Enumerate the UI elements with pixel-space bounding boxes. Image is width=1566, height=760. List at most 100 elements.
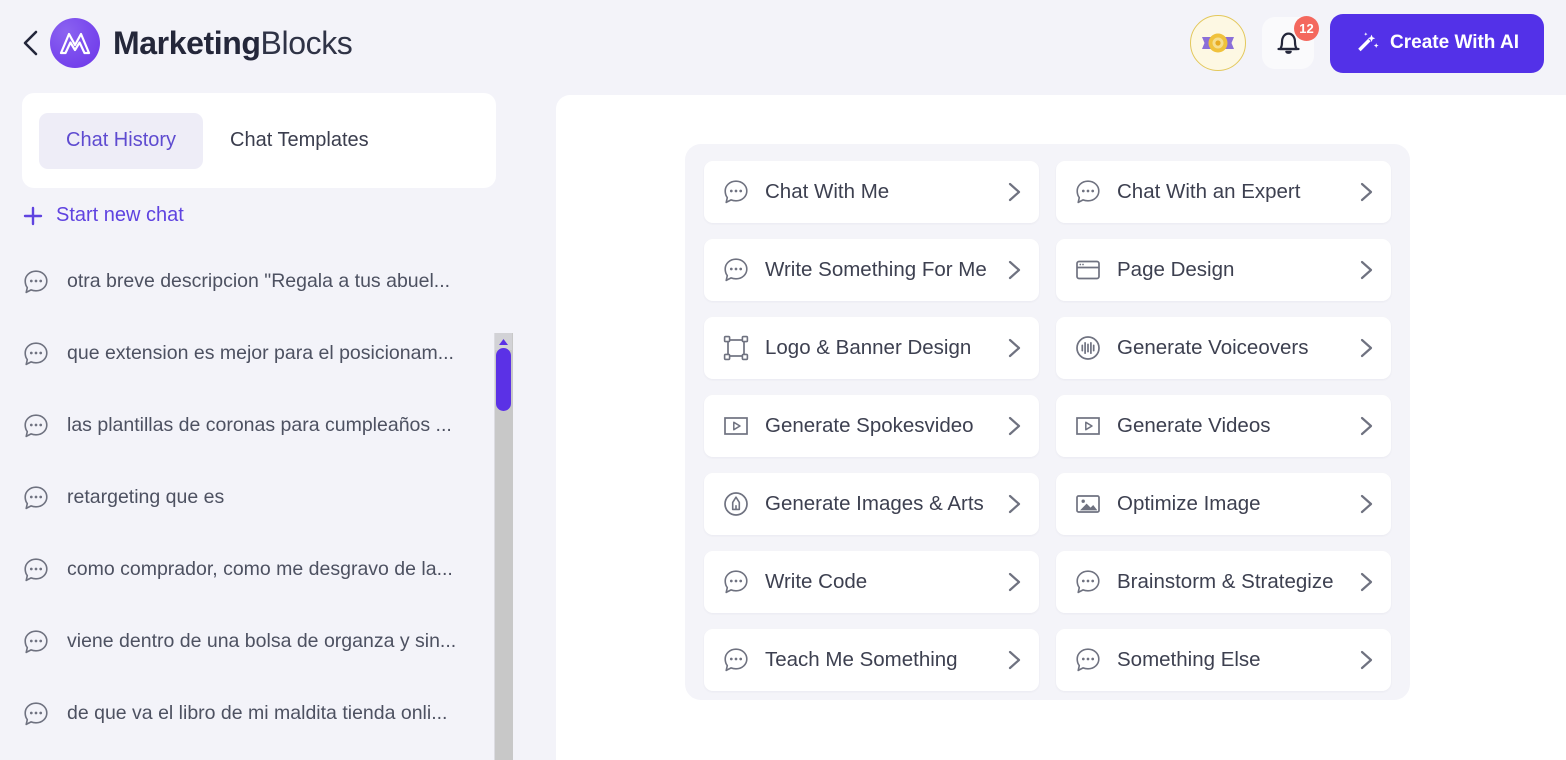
quick-action-label: Generate Spokesvideo xyxy=(765,413,974,437)
quick-action-label: Generate Images & Arts xyxy=(765,491,984,515)
create-with-ai-label: Create With AI xyxy=(1390,32,1519,53)
main-panel: Chat With Me Chat With an Expert Write Som… xyxy=(556,95,1566,760)
tab-chat-templates-label: Chat Templates xyxy=(230,129,369,151)
chat-history-item-label: viene dentro de una bolsa de organza y s… xyxy=(67,630,457,653)
quick-action-label: Generate Voiceovers xyxy=(1117,335,1309,359)
chat-history-item-label: otra breve descripcion "Regala a tus abu… xyxy=(67,270,451,293)
brand-name-light: Blocks xyxy=(260,25,353,61)
chat-bubble-icon xyxy=(721,177,751,207)
quick-action-card[interactable]: Something Else xyxy=(1056,629,1391,691)
quick-action-card[interactable]: Generate Videos xyxy=(1056,395,1391,457)
chat-history-item-label: de que va el libro de mi maldita tienda … xyxy=(67,702,448,725)
tab-chat-history-label: Chat History xyxy=(66,129,177,151)
quick-action-card[interactable]: Logo & Banner Design xyxy=(704,317,1039,379)
chat-bubble-icon xyxy=(1073,645,1103,675)
quick-action-grid: Chat With Me Chat With an Expert Write Som… xyxy=(685,144,1410,700)
chevron-right-icon[interactable] xyxy=(1003,569,1025,595)
brand-name-bold: Marketing xyxy=(113,25,261,61)
quick-action-label: Write Code xyxy=(765,569,868,593)
quick-action-label: Logo & Banner Design xyxy=(765,335,972,359)
notification-count-badge: 12 xyxy=(1294,16,1320,41)
chevron-right-icon[interactable] xyxy=(1355,257,1377,283)
chat-bubble-icon xyxy=(22,556,50,584)
chat-history-item[interactable]: retargeting que es xyxy=(0,462,519,534)
chat-bubble-icon xyxy=(22,340,50,368)
tab-chat-templates[interactable]: Chat Templates xyxy=(203,113,396,169)
pen-circle-icon xyxy=(721,489,751,519)
quick-action-label: Write Something For Me xyxy=(765,257,987,281)
quick-action-card[interactable]: Write Code xyxy=(704,551,1039,613)
quick-action-label: Something Else xyxy=(1117,647,1261,671)
quick-action-card[interactable]: Generate Voiceovers xyxy=(1056,317,1391,379)
brand-logo-link[interactable]: MarketingBlocks xyxy=(50,18,353,68)
chat-history-item[interactable]: otra breve descripcion "Regala a tus abu… xyxy=(0,246,519,318)
chevron-right-icon[interactable] xyxy=(1003,179,1025,205)
chevron-right-icon[interactable] xyxy=(1003,257,1025,283)
chat-bubble-icon xyxy=(22,268,50,296)
picture-icon xyxy=(1073,489,1103,519)
chat-history-item-label: retargeting que es xyxy=(67,486,225,509)
quick-action-card[interactable]: Brainstorm & Strategize xyxy=(1056,551,1391,613)
chat-history-item-label: como comprador, como me desgravo de la..… xyxy=(67,558,453,581)
chevron-right-icon[interactable] xyxy=(1355,491,1377,517)
quick-action-label: Page Design xyxy=(1117,257,1235,281)
chevron-right-icon[interactable] xyxy=(1003,335,1025,361)
quick-action-card[interactable]: Page Design xyxy=(1056,239,1391,301)
reward-badge-button[interactable] xyxy=(1190,15,1247,71)
browser-window-icon xyxy=(1073,255,1103,285)
chat-history-list[interactable]: otra breve descripcion "Regala a tus abu… xyxy=(0,246,519,760)
chat-bubble-icon xyxy=(22,484,50,512)
chevron-right-icon[interactable] xyxy=(1003,413,1025,439)
quick-action-card[interactable]: Generate Spokesvideo xyxy=(704,395,1039,457)
plus-icon xyxy=(22,205,44,227)
chevron-right-icon[interactable] xyxy=(1355,569,1377,595)
quick-action-card[interactable]: Generate Images & Arts xyxy=(704,473,1039,535)
chat-bubble-icon xyxy=(22,700,50,728)
chat-history-item[interactable]: las plantillas de coronas para cumpleaño… xyxy=(0,390,519,462)
quick-action-card[interactable]: Write Something For Me xyxy=(704,239,1039,301)
marketingblocks-logo-icon xyxy=(50,18,100,68)
back-button[interactable] xyxy=(18,28,44,58)
chevron-right-icon[interactable] xyxy=(1003,647,1025,673)
quick-action-card[interactable]: Optimize Image xyxy=(1056,473,1391,535)
chevron-left-icon xyxy=(21,28,41,58)
start-new-chat-label: Start new chat xyxy=(56,204,184,226)
chevron-right-icon[interactable] xyxy=(1355,647,1377,673)
quick-action-label: Generate Videos xyxy=(1117,413,1271,437)
quick-action-card[interactable]: Teach Me Something xyxy=(704,629,1039,691)
chat-history-item-label: las plantillas de coronas para cumpleaño… xyxy=(67,414,452,437)
chat-history-item[interactable]: de que va el libro de mi maldita tienda … xyxy=(0,678,519,750)
quick-action-label: Optimize Image xyxy=(1117,491,1261,515)
notifications-button[interactable]: 12 xyxy=(1262,16,1320,69)
chat-history-item[interactable]: que extension es mejor para el posiciona… xyxy=(0,318,519,390)
bounding-box-icon xyxy=(721,333,751,363)
chevron-right-icon[interactable] xyxy=(1355,413,1377,439)
create-with-ai-button[interactable]: Create With AI xyxy=(1330,13,1544,73)
chevron-right-icon[interactable] xyxy=(1355,335,1377,361)
video-play-icon xyxy=(1073,411,1103,441)
start-new-chat-button[interactable]: Start new chat xyxy=(22,204,184,227)
quick-action-card[interactable]: Chat With Me xyxy=(704,161,1039,223)
chat-bubble-icon xyxy=(1073,567,1103,597)
chevron-right-icon[interactable] xyxy=(1355,179,1377,205)
video-play-icon xyxy=(721,411,751,441)
reward-medal-icon xyxy=(1200,30,1236,56)
quick-action-card[interactable]: Chat With an Expert xyxy=(1056,161,1391,223)
sidebar-scrollbar-thumb[interactable] xyxy=(496,348,511,411)
chat-bubble-icon xyxy=(22,412,50,440)
chat-history-item-label: que extension es mejor para el posiciona… xyxy=(67,342,454,365)
audio-waveform-icon xyxy=(1073,333,1103,363)
chat-tabs: Chat History Chat Templates xyxy=(22,93,496,188)
quick-action-label: Teach Me Something xyxy=(765,647,958,671)
chat-bubble-icon xyxy=(721,645,751,675)
chat-history-item[interactable]: como comprador, como me desgravo de la..… xyxy=(0,534,519,606)
chevron-right-icon[interactable] xyxy=(1003,491,1025,517)
chat-bubble-icon xyxy=(721,567,751,597)
top-bar-actions: 12 Create With AI xyxy=(1190,13,1544,73)
tab-chat-history[interactable]: Chat History xyxy=(39,112,204,169)
chat-history-item[interactable]: viene dentro de una bolsa de organza y s… xyxy=(0,606,519,678)
quick-action-label: Chat With an Expert xyxy=(1117,179,1301,203)
magic-wand-icon xyxy=(1355,31,1379,55)
quick-action-label: Chat With Me xyxy=(765,179,890,203)
page-title: MarketingBlocks xyxy=(113,25,353,61)
